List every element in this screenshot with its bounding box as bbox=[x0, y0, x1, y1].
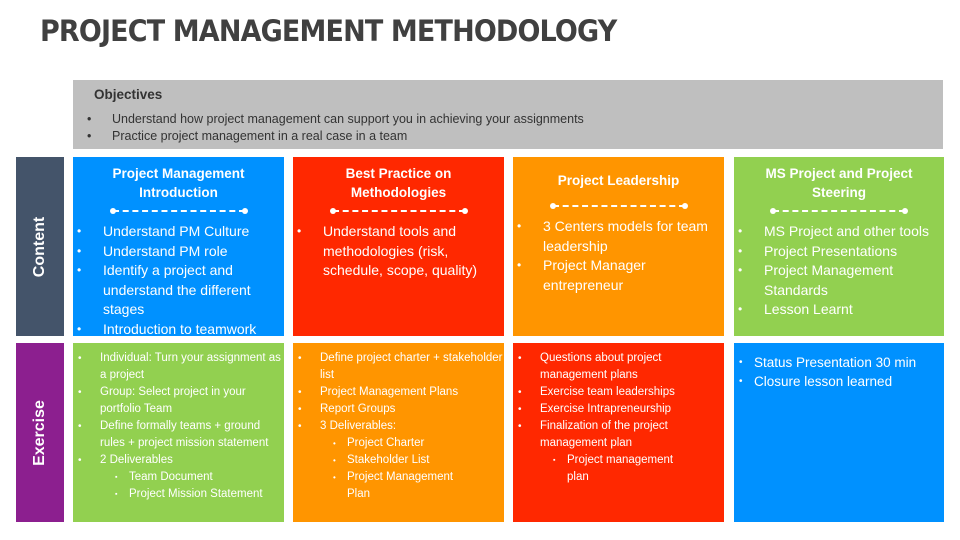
bullet-icon: • bbox=[78, 387, 82, 398]
bullet-icon: • bbox=[739, 357, 743, 368]
sub-list-item: • Stakeholder List bbox=[293, 452, 504, 469]
bullet-icon: • bbox=[298, 421, 302, 432]
dashed-divider bbox=[329, 208, 468, 214]
bullet-icon: • bbox=[87, 112, 92, 126]
list-item: • Closure lesson learned bbox=[739, 374, 893, 389]
exercise-row-label: Exercise bbox=[16, 343, 64, 522]
list-item: • Understand PM role bbox=[73, 242, 284, 262]
list-item: • Define project charter + stakeholder li… bbox=[293, 350, 504, 384]
sub-list-item: ▪ Project Mission Statement bbox=[73, 486, 284, 503]
list-item: • Report Groups bbox=[293, 401, 504, 418]
list-item: • 2 Deliverables bbox=[73, 452, 284, 469]
bullet-icon: • bbox=[78, 455, 82, 466]
bullet-icon: • bbox=[298, 353, 302, 364]
card-title: Project Leadership bbox=[557, 173, 680, 188]
bullet-icon: • bbox=[298, 387, 302, 398]
bullet-icon: • bbox=[738, 263, 743, 277]
card-title: MS Project and Project Steering bbox=[765, 166, 913, 200]
sub-list-item: ▪ Project management plan bbox=[513, 452, 724, 486]
bullet-icon: • bbox=[739, 376, 743, 387]
card-title: Best Practice on Methodologies bbox=[345, 166, 452, 200]
square-bullet-icon: ▪ bbox=[553, 457, 556, 464]
bullet-icon: • bbox=[518, 387, 522, 398]
sub-list-item: • Project Charter bbox=[293, 435, 504, 452]
objectives-list: • Understand how project management can s… bbox=[87, 111, 584, 145]
bullet-icon: • bbox=[518, 353, 522, 364]
exercise-card-1: • Individual: Turn your assignment as a p… bbox=[73, 343, 284, 522]
bullet-icon: • bbox=[333, 456, 336, 465]
square-bullet-icon: ▪ bbox=[115, 491, 118, 498]
objectives-heading: Objectives bbox=[94, 87, 163, 102]
list-item: • Exercise team leaderships bbox=[513, 384, 724, 401]
bullet-icon: • bbox=[517, 258, 522, 272]
list-item: • Identify a project and understand the d… bbox=[73, 261, 284, 320]
bullet-icon: • bbox=[297, 224, 302, 238]
content-card-pm-introduction: Project Management Introduction • Underst… bbox=[73, 157, 284, 339]
list-item: • MS Project and other tools bbox=[734, 222, 944, 242]
list-item: • Project Presentations bbox=[734, 242, 944, 262]
list-item: • Practice project management in a real c… bbox=[87, 129, 408, 143]
list-item: • Status Presentation 30 min bbox=[739, 355, 917, 370]
exercise-label-text: Exercise bbox=[31, 399, 48, 466]
bullet-icon: • bbox=[333, 473, 336, 482]
bullet-icon: • bbox=[77, 243, 82, 258]
list-item: • Understand how project management can s… bbox=[87, 112, 584, 126]
list-item: • Project Management Plans bbox=[293, 384, 504, 401]
bullet-icon: • bbox=[738, 224, 743, 238]
card-list: • Individual: Turn your assignment as a p… bbox=[73, 350, 284, 503]
list-item: • 3 Deliverables: bbox=[293, 418, 504, 435]
content-card-project-leadership: Project Leadership • 3 Centers models for… bbox=[513, 157, 724, 336]
list-item: • Define formally teams + ground rules + … bbox=[73, 418, 284, 452]
bullet-icon: • bbox=[77, 321, 82, 336]
card-list: • Define project charter + stakeholder li… bbox=[293, 350, 504, 503]
sub-list-item: • Project Management Plan bbox=[293, 469, 504, 503]
exercise-card-3: • Questions about project management plan… bbox=[513, 343, 724, 522]
square-bullet-icon: ▪ bbox=[115, 474, 118, 481]
card-list: • 3 Centers models for team leadership • P… bbox=[513, 217, 724, 295]
exercise-card-2: • Define project charter + stakeholder li… bbox=[293, 343, 504, 522]
bullet-icon: • bbox=[517, 219, 522, 233]
bullet-icon: • bbox=[87, 129, 92, 143]
list-item: • Project Manager entrepreneur bbox=[513, 256, 724, 295]
bullet-icon: • bbox=[78, 353, 82, 364]
list-item: • Understand tools and methodologies (ris… bbox=[293, 222, 504, 281]
list-item: • Lesson Learnt bbox=[734, 300, 944, 320]
objectives-panel: Objectives • Understand how project manag… bbox=[73, 80, 943, 149]
bullet-icon: • bbox=[738, 302, 743, 316]
exercise-card-4: • Status Presentation 30 min • Closure les… bbox=[734, 343, 944, 522]
card-list: • MS Project and other tools • Project Pre… bbox=[734, 222, 944, 320]
list-item: • Introduction to teamwork bbox=[73, 320, 284, 340]
card-list: • Questions about project management plan… bbox=[513, 350, 724, 486]
bullet-icon: • bbox=[518, 404, 522, 415]
bullet-icon: • bbox=[78, 421, 82, 432]
bullet-icon: • bbox=[333, 439, 336, 448]
content-row-label: Content bbox=[16, 157, 64, 336]
list-item: • Questions about project management plan… bbox=[513, 350, 724, 384]
list-item: • Project Management Standards bbox=[734, 261, 944, 300]
bullet-icon: • bbox=[518, 421, 522, 432]
bullet-icon: • bbox=[738, 243, 743, 258]
dashed-divider bbox=[109, 208, 248, 214]
dashed-divider bbox=[549, 203, 688, 209]
bullet-icon: • bbox=[77, 224, 82, 238]
page-title: PROJECT MANAGEMENT METHODOLOGY bbox=[40, 14, 617, 48]
bullet-icon: • bbox=[298, 404, 302, 415]
list-item: • Group: Select project in your portfolio… bbox=[73, 384, 284, 418]
list-item: • Finalization of the project management … bbox=[513, 418, 724, 452]
content-label-text: Content bbox=[31, 216, 48, 277]
card-title: Project Management Introduction bbox=[112, 166, 245, 200]
list-item: • 3 Centers models for team leadership bbox=[513, 217, 724, 256]
card-list: • Status Presentation 30 min • Closure les… bbox=[734, 353, 944, 391]
sub-list-item: ▪ Team Document bbox=[73, 469, 284, 486]
dashed-divider bbox=[770, 208, 908, 214]
card-list: • Understand PM Culture • Understand PM ro… bbox=[73, 222, 284, 339]
content-card-best-practice: Best Practice on Methodologies • Understa… bbox=[293, 157, 504, 336]
list-item: • Understand PM Culture bbox=[73, 222, 284, 242]
list-item: • Exercise Intrapreneurship bbox=[513, 401, 724, 418]
content-card-ms-project: MS Project and Project Steering • MS Proj… bbox=[734, 157, 944, 336]
list-item: • Individual: Turn your assignment as a p… bbox=[73, 350, 284, 384]
card-list: • Understand tools and methodologies (ris… bbox=[293, 222, 504, 281]
bullet-icon: • bbox=[77, 263, 82, 277]
